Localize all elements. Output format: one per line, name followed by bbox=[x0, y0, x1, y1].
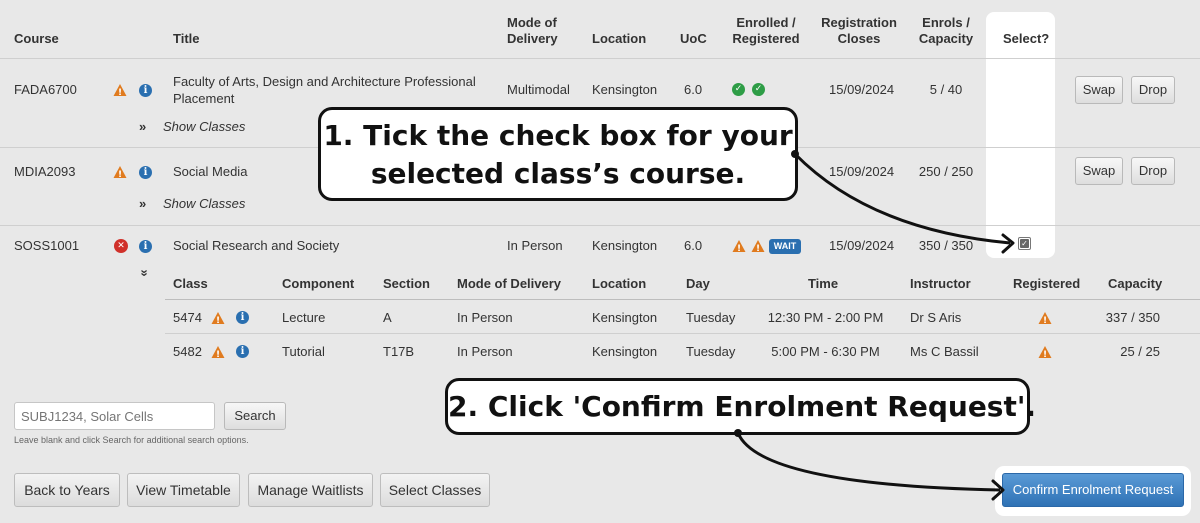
arrow-to-checkbox bbox=[734, 150, 1015, 501]
